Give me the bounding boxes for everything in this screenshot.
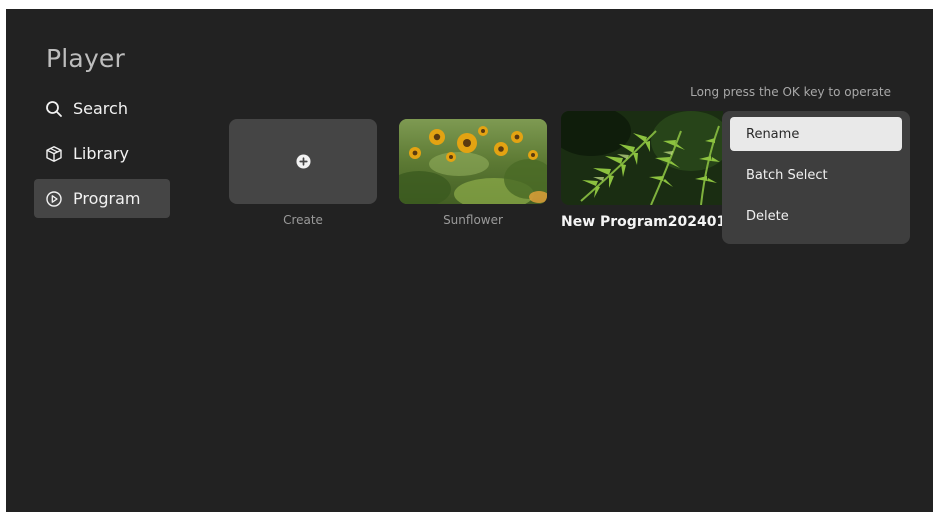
- create-card[interactable]: Create: [229, 119, 377, 227]
- sunflower-image: [399, 119, 547, 204]
- nav-item-library[interactable]: Library: [34, 134, 170, 173]
- sunflower-thumbnail[interactable]: [399, 119, 547, 204]
- menu-item-rename[interactable]: Rename: [730, 117, 902, 151]
- play-circle-icon: [46, 190, 62, 207]
- context-menu: Rename Batch Select Delete: [722, 111, 910, 244]
- nav-item-label: Search: [73, 99, 128, 118]
- sidebar-nav: Search Library Program: [34, 89, 170, 224]
- operation-hint: Long press the OK key to operate: [690, 85, 891, 99]
- create-thumbnail[interactable]: [229, 119, 377, 204]
- app-title: Player: [46, 44, 125, 73]
- search-icon: [46, 100, 62, 117]
- nav-item-search[interactable]: Search: [34, 89, 170, 128]
- card-label: Create: [283, 213, 323, 227]
- cube-icon: [46, 145, 62, 162]
- card-label: Sunflower: [443, 213, 503, 227]
- fern-image: [561, 111, 723, 205]
- nav-item-label: Library: [73, 144, 129, 163]
- menu-item-delete[interactable]: Delete: [730, 199, 902, 233]
- fern-thumbnail[interactable]: [561, 111, 723, 205]
- app-screen: Player Search Library Program Long press…: [6, 9, 933, 512]
- plus-circle-icon: [295, 154, 311, 169]
- nav-item-label: Program: [73, 189, 141, 208]
- menu-item-batch-select[interactable]: Batch Select: [730, 158, 902, 192]
- program-card-sunflower[interactable]: Sunflower: [399, 119, 547, 227]
- nav-item-program[interactable]: Program: [34, 179, 170, 218]
